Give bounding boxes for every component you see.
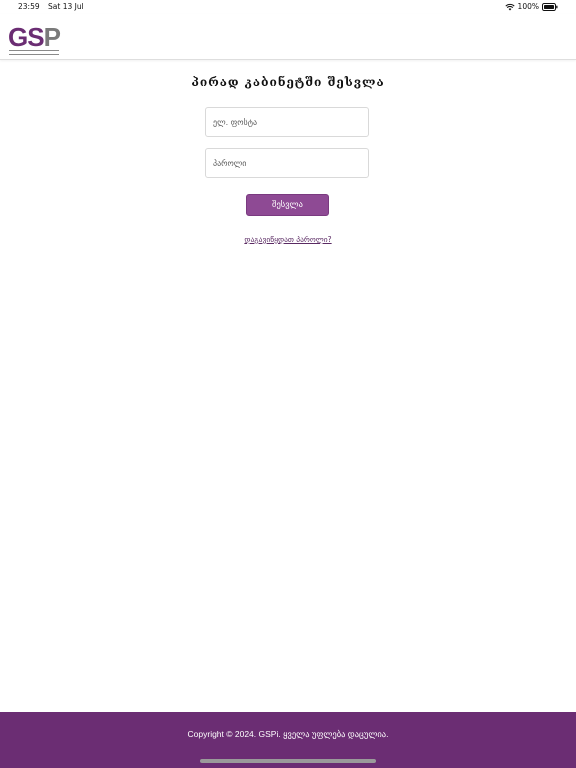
page-title: პირად კაბინეტში შესვლა (191, 75, 385, 89)
forgot-password-link-wrapper: დაგავიწყდათ პაროლი? (0, 235, 576, 244)
forgot-password-link[interactable]: დაგავიწყდათ პაროლი? (244, 235, 331, 244)
header: GSP (0, 14, 576, 60)
logo-letter-p: P (43, 22, 61, 52)
status-time: 23:59 (18, 2, 40, 11)
status-date: Sat 13 Jul (48, 2, 84, 11)
logo-text: GSP (8, 22, 61, 52)
password-field[interactable] (205, 148, 369, 178)
login-button[interactable]: შესვლა (246, 194, 329, 216)
login-button-label: შესვლა (272, 200, 303, 210)
battery-icon (542, 2, 558, 11)
logo-letter-g: G (8, 22, 28, 52)
status-left: 23:59 Sat 13 Jul (18, 2, 90, 11)
home-indicator[interactable] (200, 759, 376, 763)
login-page: 23:59 Sat 13 Jul 100% GSP პირად კაბინეტშ… (0, 0, 576, 768)
wifi-icon (504, 3, 515, 11)
logo-letter-s: S (27, 22, 44, 52)
logo-underline (9, 50, 59, 55)
email-field[interactable] (205, 107, 369, 137)
footer-copyright: Copyright © 2024. GSPi. ყველა უფლება დაც… (187, 729, 389, 739)
status-bar: 23:59 Sat 13 Jul 100% (0, 0, 576, 14)
status-right: 100% (504, 2, 558, 11)
battery-percent: 100% (517, 2, 539, 11)
gspi-logo[interactable]: GSP (8, 22, 61, 55)
